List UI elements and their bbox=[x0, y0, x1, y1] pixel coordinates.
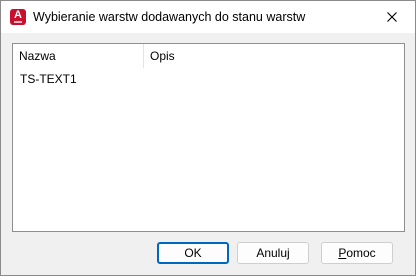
dialog-title: Wybieranie warstw dodawanych do stanu wa… bbox=[33, 10, 306, 24]
close-icon bbox=[387, 12, 397, 22]
autocad-icon: A bbox=[10, 9, 26, 25]
column-header-description[interactable]: Opis bbox=[144, 44, 324, 68]
column-header-name[interactable]: Nazwa bbox=[13, 44, 144, 68]
dialog-window: A Wybieranie warstw dodawanych do stanu … bbox=[0, 0, 416, 276]
ok-button[interactable]: OK bbox=[157, 242, 229, 264]
help-button-label: omoc bbox=[346, 246, 376, 260]
cancel-button[interactable]: Anuluj bbox=[237, 242, 309, 264]
list-item[interactable]: TS-TEXT1 bbox=[13, 70, 77, 88]
layers-list[interactable]: Nazwa Opis TS-TEXT1 bbox=[12, 43, 405, 232]
title-bar[interactable]: A Wybieranie warstw dodawanych do stanu … bbox=[1, 1, 415, 33]
close-button[interactable] bbox=[369, 1, 415, 33]
help-button[interactable]: Pomoc bbox=[321, 242, 393, 264]
